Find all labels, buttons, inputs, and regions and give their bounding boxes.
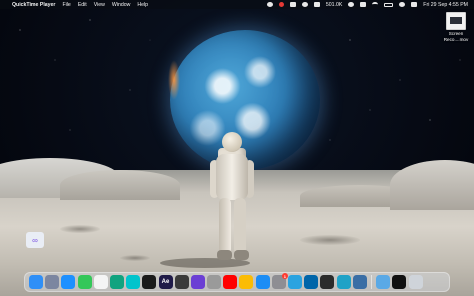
clock[interactable]: Fri 29 Sep 4:55 PM [423, 2, 468, 8]
search-icon[interactable] [399, 2, 406, 7]
motion-icon[interactable] [190, 275, 205, 289]
moon-crater [60, 225, 100, 233]
battery-icon[interactable] [384, 2, 394, 7]
chrome-icon[interactable] [239, 275, 254, 289]
menu-help[interactable]: Help [137, 2, 148, 8]
menu-window[interactable]: Window [112, 2, 130, 8]
terminal-icon[interactable] [320, 275, 335, 289]
wifi-icon[interactable] [372, 2, 379, 7]
youtube-icon[interactable] [223, 275, 238, 289]
notification-badge: 1 [281, 273, 288, 279]
photos-icon[interactable] [93, 275, 108, 289]
status-item-icon[interactable] [360, 2, 367, 7]
network-speed[interactable]: 501.0K [326, 2, 342, 8]
file-label-line1: Screen [448, 31, 464, 36]
status-item-icon[interactable] [348, 2, 355, 7]
control-center-icon[interactable] [411, 2, 418, 7]
menu-file[interactable]: File [62, 2, 70, 8]
desktop-widget-icon[interactable]: ∞ [26, 232, 44, 248]
finder-icon[interactable] [29, 275, 43, 289]
messages-icon[interactable] [77, 275, 92, 289]
quicktime-player-icon[interactable] [352, 275, 367, 289]
system-settings-icon[interactable]: 1 [271, 273, 288, 289]
after-effects-icon[interactable]: Ae [158, 275, 173, 289]
trash-icon[interactable] [408, 275, 423, 289]
menu-edit[interactable]: Edit [78, 2, 87, 8]
video-file-icon[interactable] [446, 12, 466, 30]
compressor-icon[interactable] [207, 275, 222, 289]
menu-bar: QuickTime Player File Edit View Window H… [0, 0, 474, 9]
telegram-icon[interactable] [288, 275, 302, 289]
canva-icon[interactable] [126, 275, 141, 289]
screen-record-icon[interactable] [278, 2, 284, 7]
status-item-icon[interactable] [289, 2, 296, 7]
file-label-line2: Reco....mov [443, 37, 469, 42]
desktop-wallpaper [0, 0, 474, 296]
desktop-file-screen-recording[interactable]: Screen Reco....mov [441, 12, 471, 42]
status-item-icon[interactable] [266, 2, 273, 7]
astronaut-figure [210, 132, 254, 266]
app-label: Ae [161, 279, 170, 285]
dock: Ae 1 [24, 272, 450, 292]
moon-hill [60, 170, 180, 200]
status-item-icon[interactable] [301, 2, 308, 7]
moon-crater [300, 235, 360, 245]
recent-recording-icon[interactable] [392, 275, 407, 289]
menu-view[interactable]: View [94, 2, 105, 8]
resolve-icon[interactable] [142, 275, 157, 289]
chatgpt-icon[interactable] [109, 275, 124, 289]
safari-icon[interactable] [61, 275, 76, 289]
downloads-icon[interactable] [376, 275, 391, 289]
launchpad-icon[interactable] [45, 275, 60, 289]
status-item-icon[interactable] [313, 2, 320, 7]
final-cut-pro-icon[interactable] [174, 275, 189, 289]
edge-icon[interactable] [336, 275, 351, 289]
app-menu[interactable]: QuickTime Player [12, 2, 55, 8]
vs-code-icon[interactable] [304, 275, 319, 289]
moon-crater [120, 255, 150, 261]
dock-separator [370, 275, 372, 289]
sun-glow [168, 60, 180, 100]
app-store-icon[interactable] [255, 275, 270, 289]
